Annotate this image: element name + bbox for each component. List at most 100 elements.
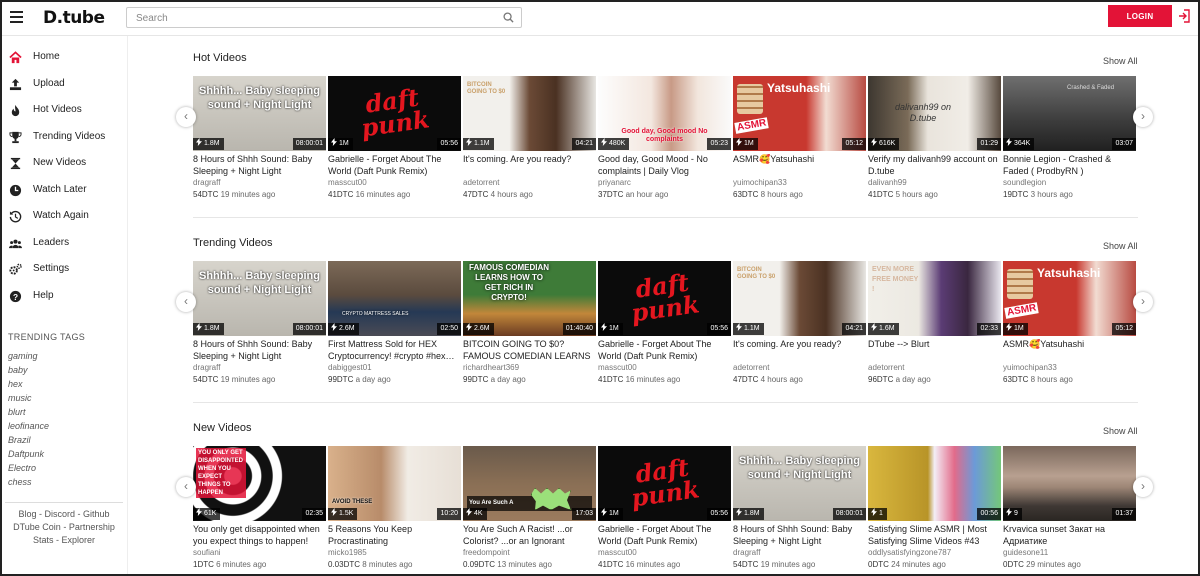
video-thumbnail[interactable]: You Are Such A 4K 17:03 bbox=[463, 446, 596, 521]
carousel-prev-button[interactable]: ‹ bbox=[176, 107, 196, 127]
video-title[interactable]: Satisfying Slime ASMR | Most Satisfying … bbox=[868, 524, 1003, 547]
video-title[interactable]: Gabrielle - Forget About The World (Daft… bbox=[328, 154, 463, 177]
sidebar-item-watch-later[interactable]: Watch Later bbox=[0, 178, 128, 204]
video-author[interactable]: dalivanh99 bbox=[868, 178, 907, 187]
video-title[interactable]: Gabrielle - Forget About The World (Daft… bbox=[598, 524, 733, 547]
sidebar-item-leaders[interactable]: Leaders bbox=[0, 231, 128, 257]
video-thumbnail[interactable]: CRYPTO MATTRESS SALES 2.6M 02:50 bbox=[328, 261, 461, 336]
footer-link-explorer[interactable]: Explorer bbox=[62, 535, 96, 545]
tag-link[interactable]: Electro bbox=[8, 463, 36, 473]
show-all-link[interactable]: Show All bbox=[1103, 426, 1138, 436]
video-title[interactable]: Good day, Good Mood - No complaints | Da… bbox=[598, 154, 733, 177]
video-thumbnail[interactable]: AVOID THESE 1.5K 10:20 bbox=[328, 446, 461, 521]
tag-link[interactable]: Daftpunk bbox=[8, 449, 44, 459]
video-thumbnail[interactable]: dalivanh99 on D.tube 616K 01:29 bbox=[868, 76, 1001, 151]
search-input[interactable] bbox=[127, 9, 487, 28]
dtube-logo[interactable]: D.tube bbox=[43, 8, 105, 28]
tag-link[interactable]: Brazil bbox=[8, 435, 31, 445]
sign-in-icon[interactable] bbox=[1178, 9, 1190, 23]
video-author[interactable]: masscut00 bbox=[328, 178, 367, 187]
video-author[interactable]: dragraff bbox=[193, 178, 220, 187]
carousel-next-button[interactable]: › bbox=[1133, 292, 1153, 312]
video-thumbnail[interactable]: Crashed & Faded 364K 03:07 bbox=[1003, 76, 1136, 151]
video-author[interactable]: soundlegion bbox=[1003, 178, 1046, 187]
video-thumbnail[interactable]: BITCOIN GOING TO $0 1.1M 04:21 bbox=[733, 261, 866, 336]
video-author[interactable]: dragraff bbox=[193, 363, 220, 372]
video-thumbnail[interactable]: Shhhh... Baby sleeping sound + Night Lig… bbox=[733, 446, 866, 521]
footer-link-discord[interactable]: Discord bbox=[44, 509, 75, 519]
video-thumbnail[interactable]: Shhhh... Baby sleeping sound + Night Lig… bbox=[193, 261, 326, 336]
video-thumbnail[interactable]: Good day, Good mood No complaints 480K 05:… bbox=[598, 76, 731, 151]
video-title[interactable]: 8 Hours of Shhh Sound: Baby Sleeping + N… bbox=[733, 524, 868, 547]
video-author[interactable]: oddlysatisfyingzone787 bbox=[868, 548, 951, 557]
carousel-next-button[interactable]: › bbox=[1133, 477, 1153, 497]
video-author[interactable]: dragraff bbox=[733, 548, 760, 557]
video-title[interactable]: ASMR🥰Yatsuhashi bbox=[1003, 339, 1138, 362]
sidebar-item-settings[interactable]: Settings bbox=[0, 257, 128, 283]
video-thumbnail[interactable]: FAMOUS COMEDIAN LEARNS HOW TO GET RICH I… bbox=[463, 261, 596, 336]
video-title[interactable]: Gabrielle - Forget About The World (Daft… bbox=[598, 339, 733, 362]
sidebar-item-help[interactable]: ? Help bbox=[0, 284, 128, 310]
tag-link[interactable]: music bbox=[8, 393, 32, 403]
tag-link[interactable]: baby bbox=[8, 365, 28, 375]
footer-link-stats[interactable]: Stats bbox=[33, 535, 54, 545]
show-all-link[interactable]: Show All bbox=[1103, 56, 1138, 66]
video-title[interactable]: First Mattress Sold for HEX Cryptocurren… bbox=[328, 339, 463, 362]
search-icon[interactable] bbox=[503, 12, 514, 23]
video-title[interactable]: 8 Hours of Shhh Sound: Baby Sleeping + N… bbox=[193, 339, 328, 362]
video-thumbnail[interactable]: 9 01:37 bbox=[1003, 446, 1136, 521]
video-title[interactable]: Krvavica sunset Закат на Адриатике bbox=[1003, 524, 1138, 547]
footer-link-partnership[interactable]: Partnership bbox=[69, 522, 115, 532]
sidebar-item-home[interactable]: Home bbox=[0, 45, 128, 71]
sidebar-item-trending-videos[interactable]: Trending Videos bbox=[0, 125, 128, 151]
video-author[interactable]: adetorrent bbox=[868, 363, 904, 372]
video-thumbnail[interactable]: daft punk 1M 05:56 bbox=[328, 76, 461, 151]
footer-link-github[interactable]: Github bbox=[83, 509, 110, 519]
video-title[interactable]: It's coming. Are you ready? bbox=[733, 339, 868, 362]
footer-link-blog[interactable]: Blog bbox=[18, 509, 36, 519]
carousel-prev-button[interactable]: ‹ bbox=[176, 477, 196, 497]
login-button[interactable]: LOGIN bbox=[1108, 5, 1172, 27]
video-thumbnail[interactable]: Yatsuhashi ASMR 1M 05:12 bbox=[733, 76, 866, 151]
video-author[interactable]: micko1985 bbox=[328, 548, 367, 557]
video-title[interactable]: Verify my dalivanh99 account on D.tube bbox=[868, 154, 1003, 177]
sidebar-item-watch-again[interactable]: Watch Again bbox=[0, 204, 128, 230]
video-author[interactable]: adetorrent bbox=[463, 178, 499, 187]
video-author[interactable]: guidesone11 bbox=[1003, 548, 1048, 557]
carousel-prev-button[interactable]: ‹ bbox=[176, 292, 196, 312]
video-thumbnail[interactable]: BITCOIN GOING TO $0 1.1M 04:21 bbox=[463, 76, 596, 151]
tag-link[interactable]: leofinance bbox=[8, 421, 49, 431]
video-title[interactable]: Bonnie Legion - Crashed & Faded ( Prodby… bbox=[1003, 154, 1138, 177]
video-author[interactable]: richardheart369 bbox=[463, 363, 519, 372]
sidebar-item-hot-videos[interactable]: Hot Videos bbox=[0, 98, 128, 124]
video-thumbnail[interactable]: YOU ONLY GET DISAPPOINTED WHEN YOU EXPEC… bbox=[193, 446, 326, 521]
tag-link[interactable]: chess bbox=[8, 477, 32, 487]
video-thumbnail[interactable]: Yatsuhashi ASMR 1M 05:12 bbox=[1003, 261, 1136, 336]
video-title[interactable]: BITCOIN GOING TO $0? FAMOUS COMEDIAN LEA… bbox=[463, 339, 598, 362]
video-title[interactable]: You Are Such A Racist! ...or Colorist? .… bbox=[463, 524, 598, 547]
sidebar-item-new-videos[interactable]: New Videos bbox=[0, 151, 128, 177]
tag-link[interactable]: gaming bbox=[8, 351, 38, 361]
video-author[interactable]: masscut00 bbox=[598, 548, 637, 557]
show-all-link[interactable]: Show All bbox=[1103, 241, 1138, 251]
video-thumbnail[interactable]: daft punk 1M 05:56 bbox=[598, 261, 731, 336]
carousel-next-button[interactable]: › bbox=[1133, 107, 1153, 127]
video-title[interactable]: ASMR🥰Yatsuhashi bbox=[733, 154, 868, 177]
video-thumbnail[interactable]: daft punk 1M 05:56 bbox=[598, 446, 731, 521]
video-author[interactable]: masscut00 bbox=[598, 363, 637, 372]
video-thumbnail[interactable]: 1 00:56 bbox=[868, 446, 1001, 521]
menu-icon[interactable] bbox=[10, 11, 23, 23]
video-author[interactable]: dabiggest01 bbox=[328, 363, 372, 372]
video-author[interactable]: yuimochipan33 bbox=[733, 178, 787, 187]
footer-link-dtube-coin[interactable]: DTube Coin bbox=[13, 522, 61, 532]
video-author[interactable]: priyanarc bbox=[598, 178, 631, 187]
video-title[interactable]: You only get disappointed when you expec… bbox=[193, 524, 328, 547]
video-thumbnail[interactable]: EVEN MORE FREE MONEY ! 1.6M 02:33 bbox=[868, 261, 1001, 336]
video-author[interactable]: adetorrent bbox=[733, 363, 769, 372]
sidebar-item-upload[interactable]: Upload bbox=[0, 72, 128, 98]
video-title[interactable]: It's coming. Are you ready? bbox=[463, 154, 598, 177]
video-title[interactable]: DTube --> Blurt bbox=[868, 339, 1003, 362]
tag-link[interactable]: blurt bbox=[8, 407, 26, 417]
video-title[interactable]: 8 Hours of Shhh Sound: Baby Sleeping + N… bbox=[193, 154, 328, 177]
tag-link[interactable]: hex bbox=[8, 379, 23, 389]
